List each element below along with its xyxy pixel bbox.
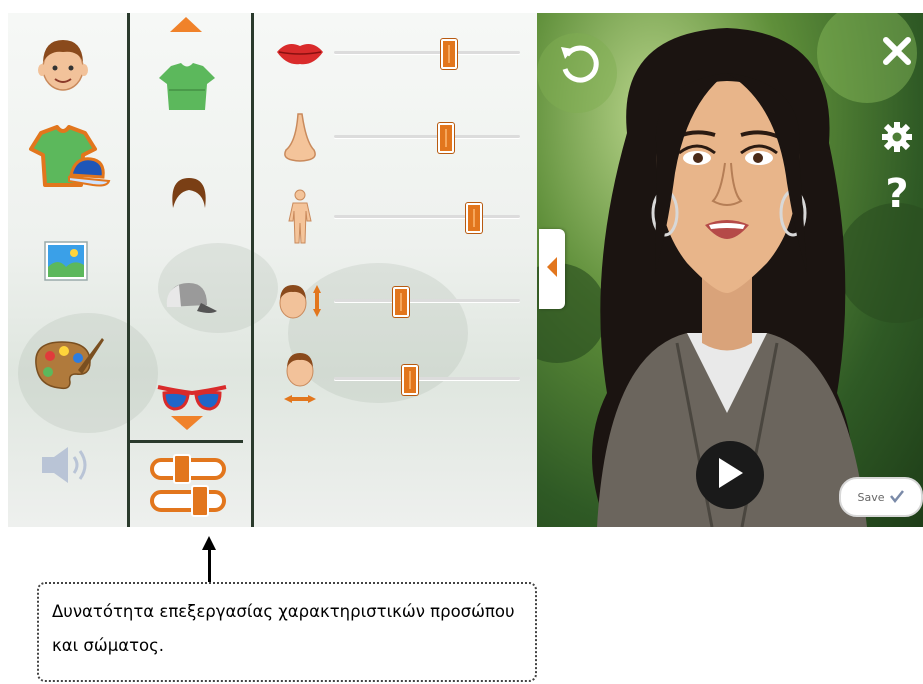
subcategory-hair[interactable] [164, 171, 214, 219]
category-background[interactable] [38, 235, 94, 291]
red-sunglasses-icon [156, 383, 228, 419]
avatar-editor-app: ? Save [8, 13, 923, 527]
subcategory-shirt[interactable] [154, 61, 220, 117]
subcategory-hat[interactable] [158, 275, 222, 323]
speaker-icon [40, 445, 92, 489]
help-button[interactable]: ? [877, 171, 917, 217]
collapse-left-icon [546, 256, 558, 282]
save-button[interactable]: Save [839, 477, 923, 517]
brown-hair-icon [169, 174, 209, 216]
paint-palette-icon [30, 334, 106, 398]
checkmark-icon [889, 489, 905, 506]
subcategory-feature-sliders[interactable] [146, 453, 230, 523]
close-icon [882, 36, 912, 70]
slider-thumb[interactable] [465, 203, 482, 233]
nose-icon [274, 109, 326, 165]
play-button[interactable] [696, 441, 764, 509]
slider-track[interactable] [334, 299, 520, 302]
gear-icon [880, 120, 914, 158]
slider-row-nose [266, 109, 528, 165]
orange-down-arrow-icon [169, 415, 205, 435]
settings-button[interactable] [877, 119, 917, 159]
column-divider [251, 13, 254, 527]
slider-track[interactable] [334, 215, 520, 218]
slider-thumb[interactable] [441, 39, 458, 69]
slider-row-mouth [266, 25, 528, 81]
landscape-picture-icon [44, 241, 88, 285]
save-label: Save [857, 490, 885, 504]
slider-track[interactable] [334, 51, 520, 54]
boy-face-icon [34, 32, 92, 100]
shirt-cap-icon [23, 125, 111, 201]
play-icon [715, 456, 745, 494]
avatar-preview-panel: ? [537, 13, 923, 527]
slider-row-head-width [266, 351, 528, 407]
scroll-up-button[interactable] [158, 13, 214, 39]
category-sound[interactable] [36, 437, 96, 497]
slider-thumb[interactable] [402, 365, 419, 395]
human-body-icon [274, 189, 326, 245]
category-colors[interactable] [28, 331, 108, 401]
help-icon: ? [885, 171, 909, 217]
category-clothes-and-accessories[interactable] [22, 123, 112, 203]
annotation-arrow-shaft [208, 548, 211, 582]
slider-row-body [266, 189, 528, 245]
subcategory-separator [130, 440, 243, 443]
column-divider [127, 13, 130, 527]
close-button[interactable] [875, 31, 919, 75]
slider-thumb[interactable] [437, 123, 454, 153]
orange-sliders-icon [148, 454, 228, 522]
slider-track[interactable] [334, 377, 520, 380]
reset-icon [557, 43, 601, 91]
collapse-panel-button[interactable] [539, 229, 565, 309]
grey-cap-icon [161, 277, 219, 321]
head-vertical-size-icon [274, 273, 326, 329]
orange-up-arrow-icon [168, 15, 204, 37]
slider-row-head-height [266, 273, 528, 329]
slider-thumb[interactable] [392, 287, 409, 317]
green-tshirt-icon [157, 62, 217, 116]
subcategory-glasses[interactable] [154, 383, 230, 419]
slider-track[interactable] [334, 135, 520, 138]
scroll-down-button[interactable] [164, 415, 210, 435]
head-horizontal-size-icon [274, 351, 326, 407]
lips-icon [274, 25, 326, 81]
annotation-callout-text: Δυνατότητα επεξεργασίας χαρακτηριστικών … [52, 602, 515, 655]
reset-button[interactable] [553, 41, 605, 93]
category-avatar-head[interactable] [28, 31, 98, 101]
